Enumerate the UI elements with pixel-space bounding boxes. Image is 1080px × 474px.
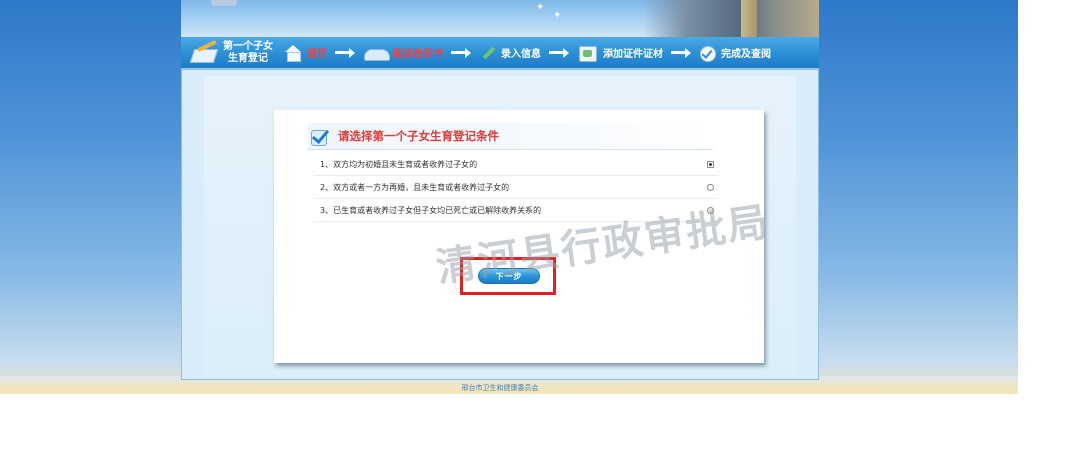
pen-paper-icon — [189, 39, 219, 63]
arrow-right-icon — [549, 37, 569, 68]
option-label: 1、双方均为初婚且未生育或者收养过子女的 — [320, 159, 478, 169]
banner-tower — [741, 0, 757, 37]
option-row[interactable]: 1、双方均为初婚且未生育或者收养过子女的 — [314, 153, 718, 176]
nav-step-add-documents[interactable]: 添加证件证材 — [577, 37, 663, 68]
footer-text: 邢台市卫生和健康委员会 — [461, 384, 539, 392]
nav-title: 第一个子女 生育登记 — [181, 37, 285, 68]
nav-step-label: 录入信息 — [501, 49, 541, 60]
arrow-right-icon — [335, 37, 355, 68]
card-header: 请选择第一个子女生育登记条件 — [308, 123, 713, 150]
card-title: 请选择第一个子女生育登记条件 — [338, 129, 499, 143]
nav-step-read-notice[interactable]: 阅读告知书 — [363, 37, 443, 68]
option-label: 2、双方或者一方为再婚，且未生育或者收养过子女的 — [320, 182, 510, 192]
checkmark-icon — [310, 125, 332, 147]
nav-step-enter-info[interactable]: 录入信息 — [479, 37, 541, 68]
arrow-right-icon — [671, 37, 691, 68]
header-banner: ✦ ✦ — [181, 0, 819, 37]
banner-photo — [644, 0, 819, 37]
home-icon — [285, 44, 303, 62]
sparkle-icon: ✦ — [553, 10, 562, 21]
option-label: 3、已生育或者收养过子女但子女均已死亡或已解除收养关系的 — [320, 205, 542, 215]
nav-title-line1: 第一个子女 — [223, 40, 273, 52]
nav-step-label: 添加证件证材 — [603, 49, 663, 60]
sparkle-icon: ✦ — [536, 2, 545, 13]
option-row[interactable]: 2、双方或者一方为再婚，且未生育或者收养过子女的 — [314, 176, 718, 199]
check-circle-icon — [699, 45, 717, 62]
pen-icon — [479, 45, 497, 61]
arrow-right-icon — [451, 37, 471, 68]
nav-step-label: 首页 — [307, 49, 327, 60]
nav-step-label: 阅读告知书 — [393, 49, 443, 60]
nav-title-line2: 生育登记 — [228, 52, 268, 64]
step-navbar: 第一个子女 生育登记 首页 阅读告知书 录入信息 添加证件证材 完成及查阅 — [181, 37, 819, 69]
nav-step-complete[interactable]: 完成及查阅 — [699, 37, 771, 68]
nav-step-home[interactable]: 首页 — [285, 37, 327, 68]
document-icon — [577, 45, 599, 62]
book-icon — [363, 45, 390, 61]
option-radio[interactable] — [707, 160, 714, 168]
nav-step-label: 完成及查阅 — [721, 49, 771, 60]
logo-icon — [211, 0, 237, 6]
option-radio[interactable] — [707, 183, 714, 191]
